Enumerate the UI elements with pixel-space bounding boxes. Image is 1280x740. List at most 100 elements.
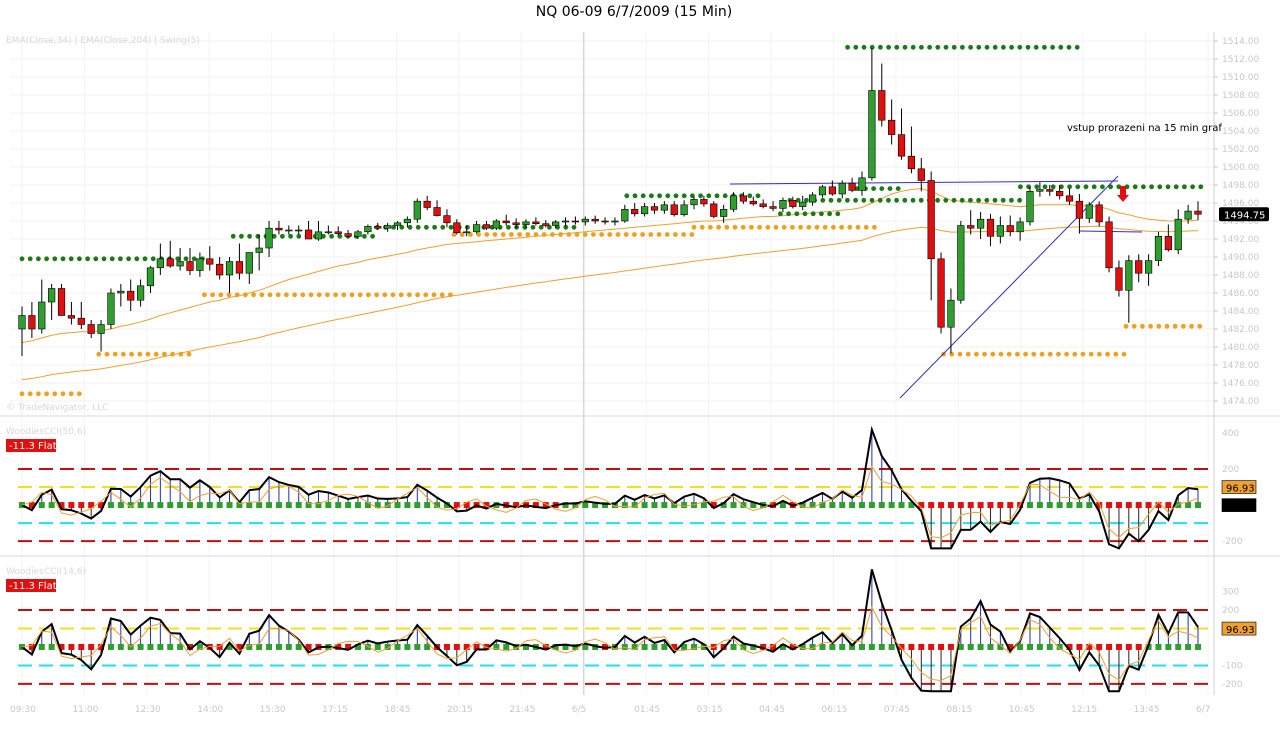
swing-dot bbox=[129, 351, 135, 357]
cci-zero-marker bbox=[1145, 502, 1152, 509]
candle-down bbox=[1095, 204, 1103, 223]
swing-dot bbox=[1148, 323, 1153, 329]
cci-label: WoodiesCCI(14,6) bbox=[6, 567, 86, 577]
swing-dot bbox=[1173, 184, 1179, 190]
cci-zero-marker bbox=[1115, 502, 1122, 509]
cci-zero-marker bbox=[266, 643, 273, 650]
cci-zero-marker bbox=[68, 643, 75, 650]
candle-up bbox=[314, 231, 323, 240]
candle bbox=[808, 192, 817, 206]
cci-zero-marker bbox=[651, 643, 658, 650]
candle bbox=[1144, 254, 1153, 286]
cci-zero-marker bbox=[414, 643, 421, 650]
cci-zero-marker bbox=[928, 502, 935, 509]
swing-dot bbox=[724, 224, 730, 230]
trendline-resistance bbox=[729, 180, 1119, 185]
cci-zero-marker bbox=[868, 502, 875, 509]
swing-dot bbox=[175, 256, 181, 262]
swing-dot bbox=[673, 232, 678, 237]
swing-dot bbox=[230, 233, 236, 239]
candle bbox=[28, 302, 36, 338]
candle-down bbox=[897, 134, 906, 157]
swing-dot bbox=[1198, 184, 1204, 190]
swing-dot bbox=[1017, 197, 1022, 203]
swing-dot bbox=[186, 351, 192, 357]
swing-dot bbox=[861, 197, 867, 203]
swing-dot bbox=[1072, 351, 1078, 357]
candle-up bbox=[403, 218, 412, 224]
swing-dot bbox=[974, 351, 979, 357]
candle bbox=[117, 284, 125, 307]
candle bbox=[650, 203, 659, 214]
swing-dot bbox=[1197, 323, 1203, 329]
candle bbox=[1036, 182, 1044, 197]
swing-dot bbox=[1023, 351, 1028, 357]
candle-down bbox=[1075, 200, 1084, 219]
swing-dot bbox=[1050, 44, 1055, 50]
swing-dot bbox=[927, 44, 932, 50]
time-tick-label: 12:15 bbox=[1071, 705, 1097, 715]
candle bbox=[848, 177, 856, 193]
candle bbox=[799, 195, 807, 211]
candle-up bbox=[245, 252, 253, 274]
swing-dot bbox=[706, 193, 712, 199]
swing-dot bbox=[296, 233, 302, 239]
cci-tick-label: -200 bbox=[1222, 680, 1243, 690]
price-tick-label: 1514.00 bbox=[1222, 37, 1259, 47]
swing-dot bbox=[19, 391, 25, 397]
swing-dot bbox=[52, 256, 58, 262]
swing-dot bbox=[968, 44, 973, 50]
candle bbox=[245, 252, 253, 284]
cci-zero-marker bbox=[1046, 643, 1053, 650]
swing-dot bbox=[1140, 323, 1145, 329]
candle bbox=[275, 221, 283, 235]
swing-dot bbox=[1156, 323, 1162, 329]
cci-tick-label: 300 bbox=[1222, 588, 1239, 598]
swing-dot bbox=[398, 292, 404, 298]
swing-dot bbox=[465, 224, 470, 230]
swing-dot bbox=[1047, 351, 1053, 357]
candle-down bbox=[769, 206, 777, 209]
cci-zero-marker bbox=[78, 502, 85, 509]
cci-line bbox=[21, 425, 1199, 550]
cci-zero-marker bbox=[849, 502, 856, 509]
candle bbox=[878, 63, 886, 127]
candle-up bbox=[1026, 191, 1034, 223]
candle bbox=[127, 279, 135, 311]
candle-down bbox=[334, 231, 342, 234]
swing-dot bbox=[178, 351, 184, 357]
cci-zero-marker bbox=[730, 502, 737, 509]
cci-zero-marker bbox=[414, 502, 421, 509]
cci-zero-marker bbox=[839, 502, 846, 509]
candle-down bbox=[700, 199, 708, 205]
candle-up bbox=[1154, 236, 1163, 261]
cci-value-label: 96.93 bbox=[1226, 625, 1255, 636]
price-tick-label: 1508.00 bbox=[1222, 91, 1259, 101]
candle bbox=[1105, 216, 1113, 273]
cci-zero-marker bbox=[38, 643, 45, 650]
cci-zero-marker bbox=[345, 502, 352, 509]
candle bbox=[107, 288, 115, 329]
annotation-text: vstup prorazeni na 15 min graf bbox=[1067, 123, 1222, 134]
candle-down bbox=[216, 263, 224, 276]
swing-dot bbox=[517, 232, 522, 237]
cci-zero-marker bbox=[226, 502, 233, 509]
cci-zero-marker bbox=[621, 643, 628, 650]
main-study-label: EMA(Close,34) | EMA(Close,204) | Swing(5… bbox=[6, 36, 200, 46]
swing-dot bbox=[341, 292, 347, 298]
cci-zero-marker bbox=[621, 502, 628, 509]
candle-down bbox=[571, 220, 580, 223]
swing-dot bbox=[968, 197, 973, 203]
cci-zero-marker bbox=[147, 643, 154, 650]
cci-zero-marker bbox=[1155, 643, 1162, 650]
swing-dot bbox=[814, 224, 820, 230]
candle-down bbox=[344, 233, 352, 237]
cci-zero-marker bbox=[898, 643, 905, 650]
swing-dot bbox=[1034, 184, 1040, 190]
candle bbox=[324, 225, 332, 235]
time-tick-label: 6/7 bbox=[1196, 705, 1210, 715]
swing-dot bbox=[623, 232, 629, 237]
candle-down bbox=[1135, 260, 1143, 274]
cci-bars bbox=[19, 429, 1201, 549]
chart-area[interactable]: 1474.00 1476.00 1478.00 1480.00 1482.00 1484.… bbox=[0, 0, 1280, 740]
